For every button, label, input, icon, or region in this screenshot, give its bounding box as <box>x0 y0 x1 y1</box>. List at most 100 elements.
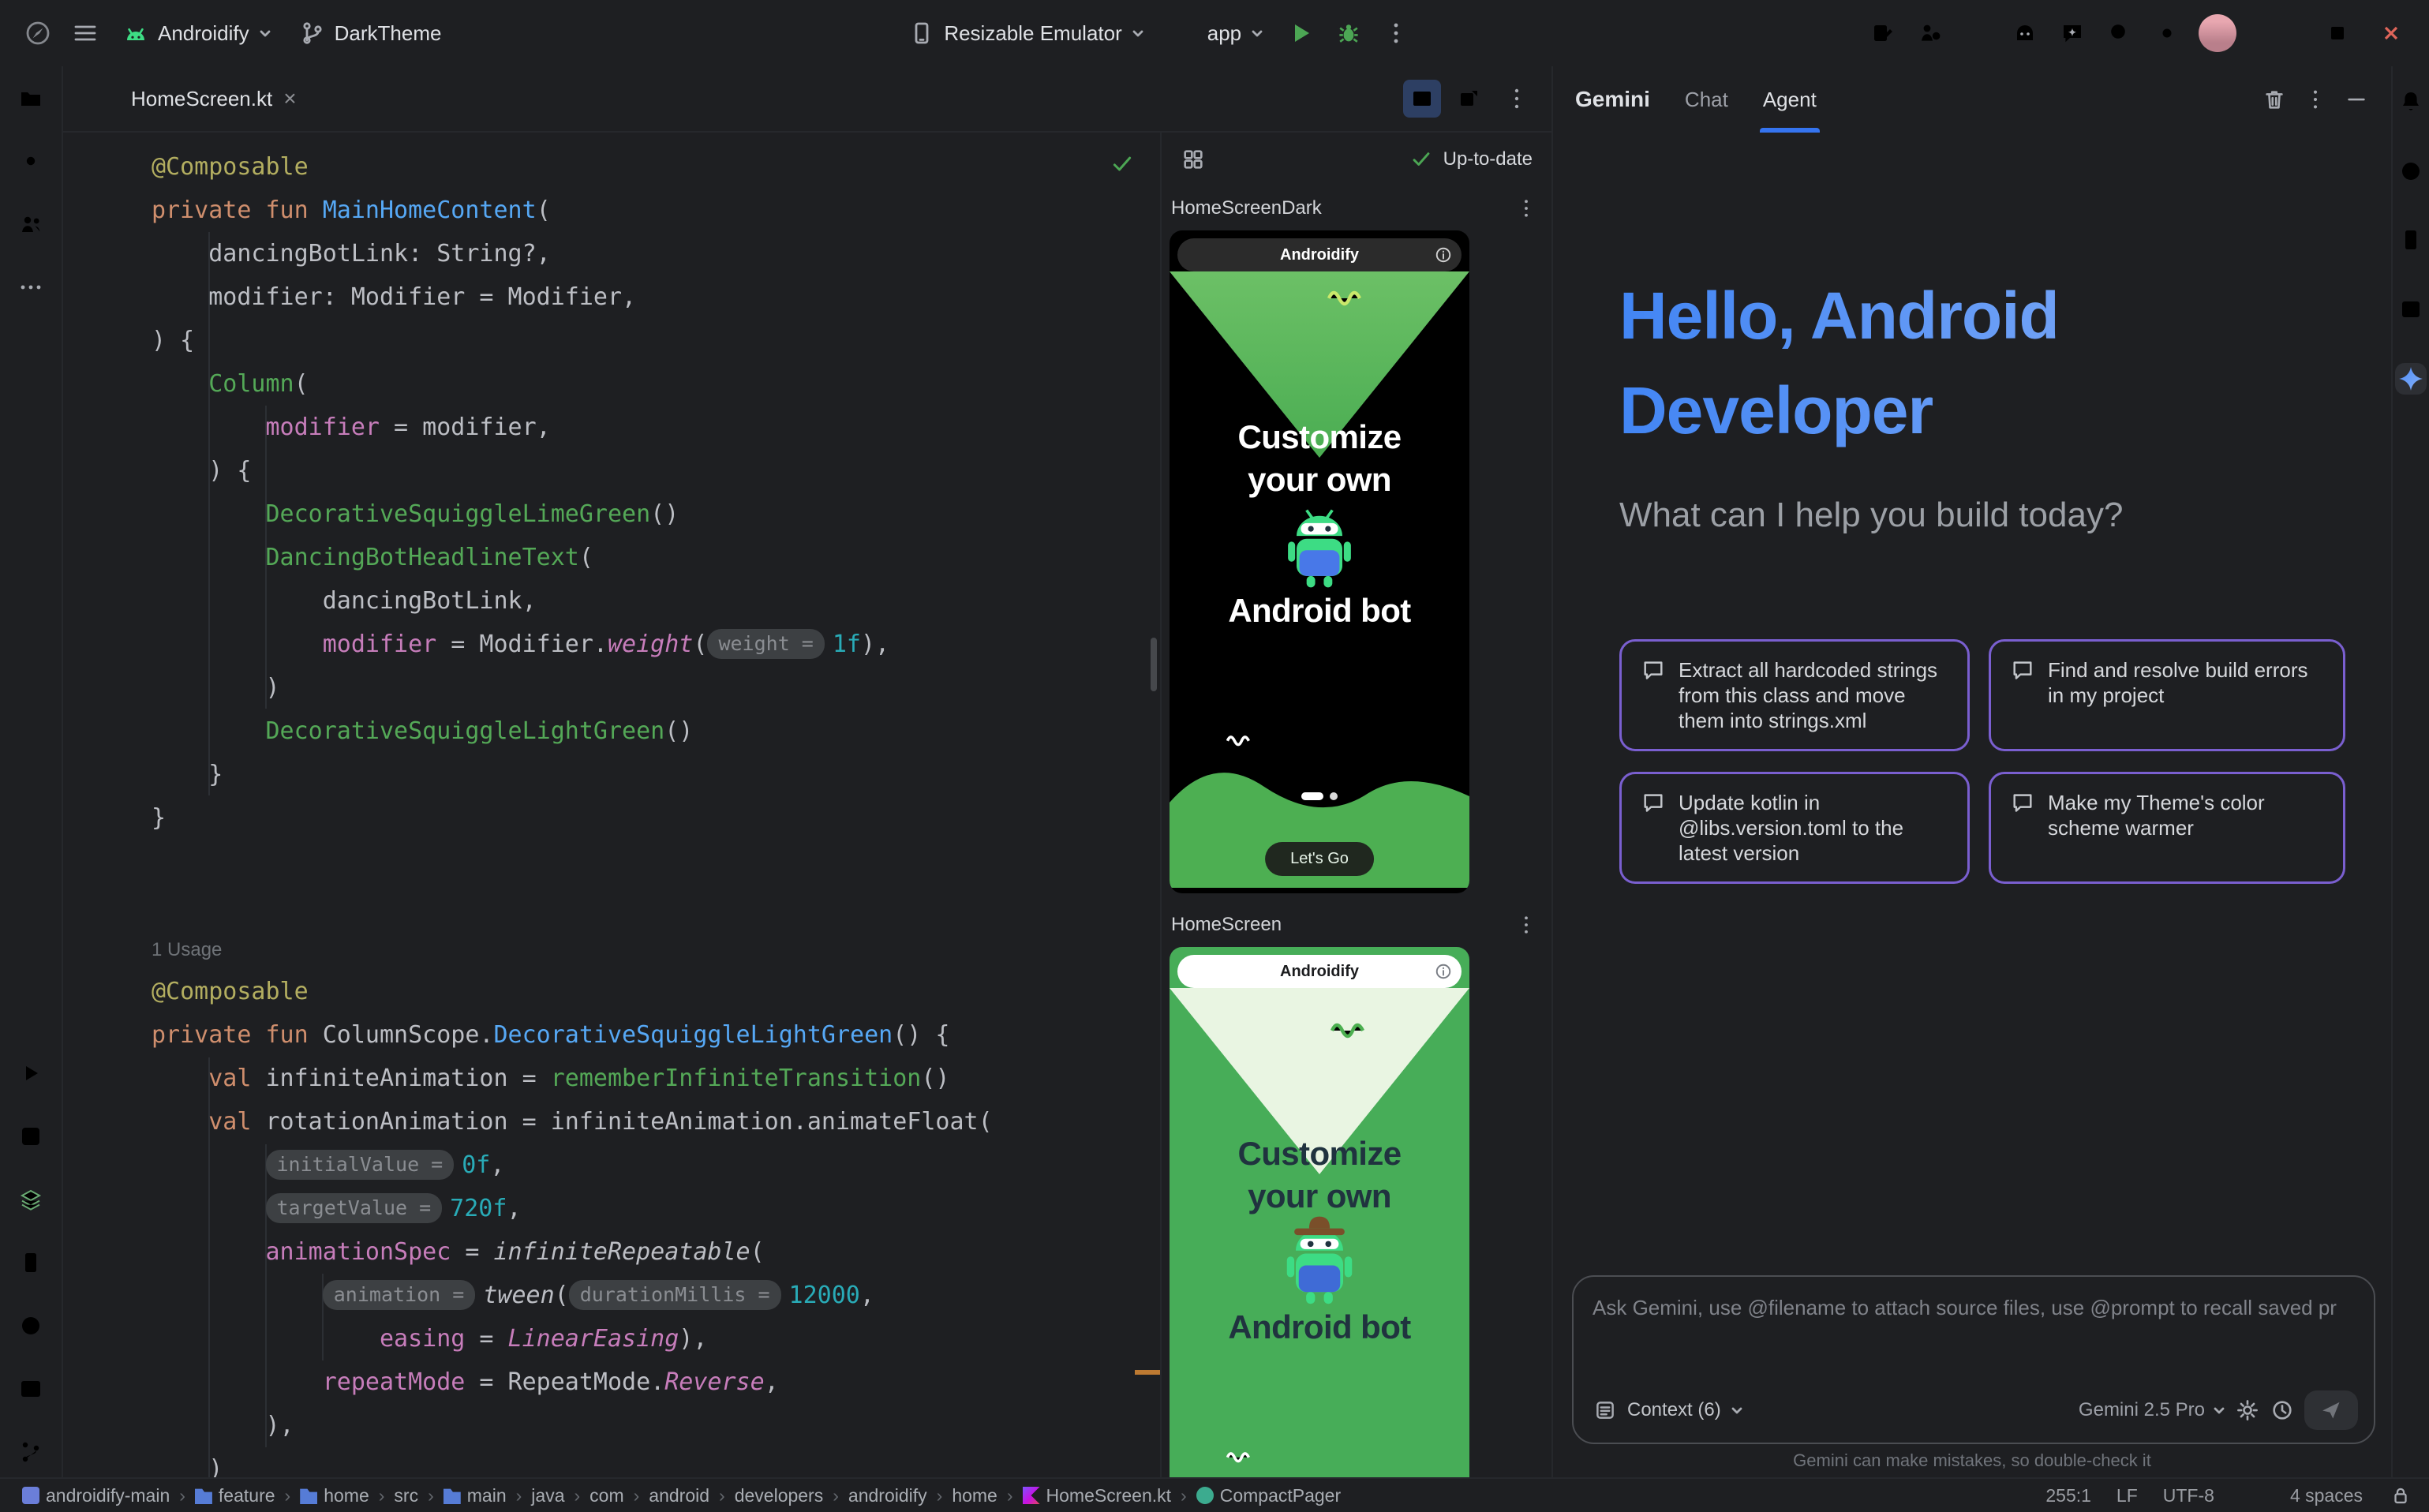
settings-gear-icon[interactable] <box>2145 11 2189 55</box>
suggestion-card[interactable]: Update kotlin in @libs.version.toml to t… <box>1619 772 1970 884</box>
device-selector[interactable]: Resizable Emulator <box>896 14 1156 52</box>
version-control-icon[interactable] <box>9 1430 53 1474</box>
preview-headline: your own <box>1170 461 1469 499</box>
profiler-icon[interactable] <box>1908 11 1952 55</box>
gemini-settings-icon[interactable] <box>2235 1398 2260 1423</box>
window-minimize-button[interactable] <box>2262 11 2306 55</box>
breadcrumb-item[interactable]: src <box>394 1485 418 1506</box>
project-selector[interactable]: Androidify <box>110 14 284 52</box>
tab-homescreen-kt[interactable]: HomeScreen.kt × <box>79 65 313 132</box>
device-icon <box>909 21 934 46</box>
app-quality-insights-icon[interactable] <box>2395 294 2427 325</box>
tab-chat[interactable]: Chat <box>1685 66 1728 133</box>
search-everywhere-icon[interactable] <box>2098 11 2142 55</box>
project-tool-icon[interactable] <box>9 76 53 120</box>
pull-requests-icon[interactable] <box>9 202 53 246</box>
window-close-button[interactable] <box>2369 11 2413 55</box>
gemini-chat-icon[interactable] <box>2050 11 2094 55</box>
suggestion-card[interactable]: Extract all hardcoded strings from this … <box>1619 639 1970 751</box>
gemini-input[interactable] <box>1593 1296 2355 1320</box>
tab-close-icon[interactable]: × <box>283 88 296 110</box>
preview-headline: Customize <box>1170 418 1469 456</box>
running-devices-icon[interactable] <box>9 1241 53 1285</box>
split-editor-icon[interactable] <box>1403 80 1441 118</box>
breadcrumb-separator: › <box>379 1485 385 1506</box>
gemini-more-icon[interactable] <box>2303 87 2328 112</box>
gemini-tool-icon[interactable] <box>2395 363 2427 395</box>
open-preview-icon[interactable] <box>1450 80 1488 118</box>
breadcrumb-item[interactable]: androidify-main <box>22 1485 170 1506</box>
breadcrumb-item[interactable]: androidify <box>848 1485 927 1506</box>
line-separator[interactable]: LF <box>2116 1485 2138 1506</box>
device-explorer-icon[interactable] <box>2395 224 2427 256</box>
android-bot-illustration <box>1271 499 1368 596</box>
code-line: repeatMode = RepeatMode.Reverse, <box>152 1360 993 1404</box>
run-tool-window-icon[interactable] <box>9 1051 53 1095</box>
debug-button[interactable] <box>1327 11 1371 55</box>
code-line: animationSpec = infiniteRepeatable( <box>152 1230 993 1274</box>
breadcrumb-item[interactable]: feature <box>195 1485 275 1506</box>
trash-icon[interactable] <box>2262 87 2287 112</box>
code-editor[interactable]: @Composableprivate fun MainHomeContent( … <box>63 133 1160 1477</box>
model-selector[interactable]: Gemini 2.5 Pro <box>2079 1399 2225 1421</box>
file-encoding[interactable]: UTF-8 <box>2163 1485 2214 1506</box>
commit-tool-icon[interactable] <box>9 139 53 183</box>
breadcrumb-item[interactable]: HomeScreen.kt <box>1023 1485 1172 1506</box>
breadcrumb-item[interactable]: home <box>952 1485 997 1506</box>
preview-phone-dark[interactable]: Androidify Customize your own Android bo… <box>1170 230 1469 893</box>
tab-agent[interactable]: Agent <box>1763 66 1817 133</box>
suggestion-card[interactable]: Find and resolve build errors in my proj… <box>1989 639 2345 751</box>
editor-list-icon[interactable] <box>1356 80 1394 118</box>
ai-status-icon[interactable] <box>2240 1483 2265 1508</box>
preview-more-icon[interactable] <box>1514 196 1539 221</box>
breadcrumb-label: CompactPager <box>1220 1485 1341 1506</box>
breadcrumb-item[interactable]: home <box>300 1485 369 1506</box>
user-avatar[interactable] <box>2199 14 2236 52</box>
preview-status: Up-to-date <box>1409 147 1533 172</box>
lets-go-button[interactable]: Let's Go <box>1265 842 1374 876</box>
lock-icon[interactable] <box>2388 1483 2413 1508</box>
more-tool-windows-icon[interactable] <box>9 265 53 309</box>
send-button[interactable] <box>2304 1390 2358 1430</box>
preview-grid-layout-icon[interactable] <box>1181 147 1206 172</box>
preview-more-icon[interactable] <box>1514 912 1539 938</box>
code-line: ) <box>152 666 993 709</box>
breadcrumb-item[interactable]: android <box>649 1485 709 1506</box>
resource-manager-icon[interactable] <box>9 1114 53 1158</box>
vcs-branch-selector[interactable]: DarkTheme <box>287 14 455 52</box>
breadcrumb-item[interactable]: com <box>589 1485 623 1506</box>
breadcrumb-item[interactable]: developers <box>735 1485 824 1506</box>
history-icon[interactable] <box>2270 1398 2295 1423</box>
build-variants-icon[interactable] <box>9 1177 53 1222</box>
preview-phone-light[interactable]: Androidify Customize your own Android bo… <box>1170 947 1469 1477</box>
run-configuration-selector[interactable]: app <box>1160 14 1276 52</box>
breadcrumb-item[interactable]: CompactPager <box>1196 1485 1341 1506</box>
context-selector[interactable]: Context (6) <box>1593 1398 1743 1423</box>
breadcrumb-item[interactable]: main <box>444 1485 507 1506</box>
logcat-icon[interactable] <box>1956 11 2000 55</box>
code-line: Column( <box>152 362 993 406</box>
window-maximize-button[interactable] <box>2315 11 2360 55</box>
terminal-icon[interactable] <box>9 1367 53 1411</box>
hide-panel-icon[interactable] <box>2344 87 2369 112</box>
more-run-options-icon[interactable] <box>1374 11 1418 55</box>
editor-more-icon[interactable] <box>1498 80 1536 118</box>
studio-bot-icon[interactable] <box>2003 11 2047 55</box>
kotlin-file-icon <box>95 86 120 111</box>
main-menu-button[interactable] <box>63 11 107 55</box>
caret-position[interactable]: 255:1 <box>2045 1485 2091 1506</box>
breadcrumb-item[interactable]: java <box>531 1485 564 1506</box>
gemini-input-box[interactable]: Context (6) Gemini 2.5 Pro <box>1572 1275 2375 1444</box>
code-line: DancingBotHeadlineText( <box>152 536 993 579</box>
profiler-tool-icon[interactable] <box>2395 155 2427 186</box>
device-mirroring-icon[interactable] <box>1861 11 1905 55</box>
indent-setting[interactable]: 4 spaces <box>2290 1485 2363 1506</box>
run-button[interactable] <box>1279 11 1323 55</box>
editor-scrollbar[interactable] <box>1151 638 1157 691</box>
suggestion-card[interactable]: Make my Theme's color scheme warmer <box>1989 772 2345 884</box>
inspections-ok-icon[interactable] <box>1110 152 1135 177</box>
problems-icon[interactable] <box>9 1304 53 1348</box>
breadcrumb-label: java <box>531 1485 564 1506</box>
notifications-icon[interactable] <box>2395 85 2427 117</box>
kotlin-icon <box>1023 1487 1040 1504</box>
